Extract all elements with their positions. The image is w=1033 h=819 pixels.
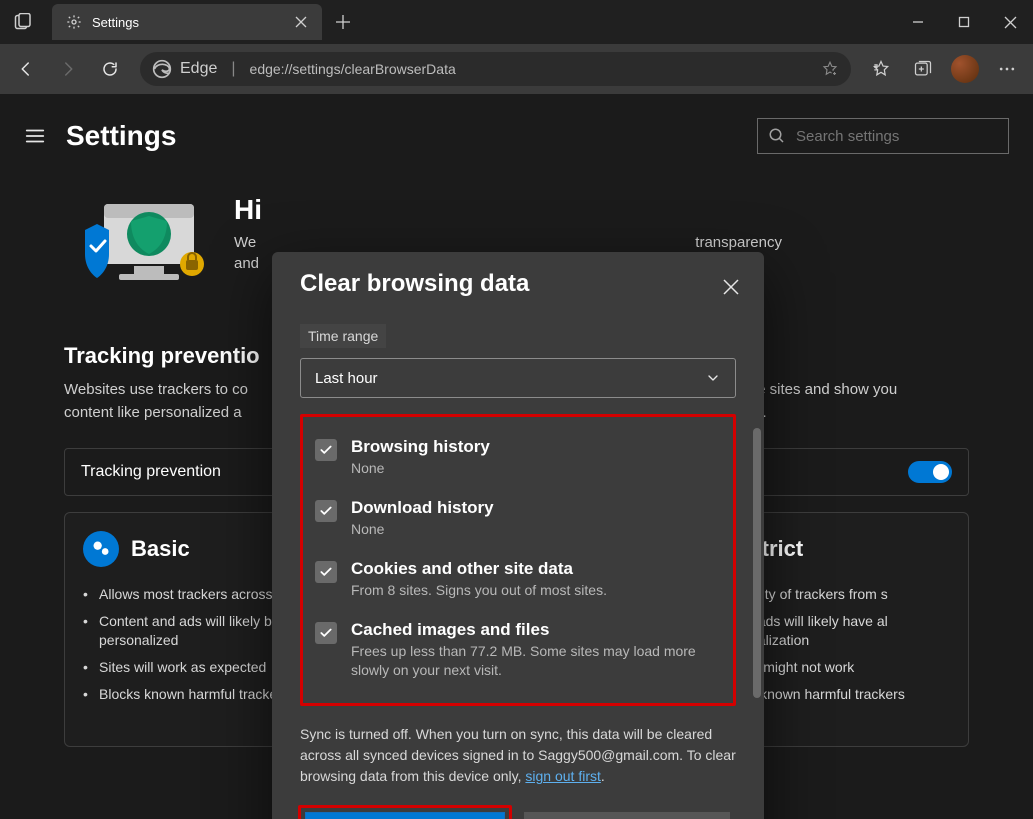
more-button[interactable] [987,49,1027,89]
time-range-label: Time range [300,324,386,348]
basic-icon [83,531,119,567]
checkbox-title: Cached images and files [351,620,721,640]
data-types-list: Browsing history None Download history N… [300,414,736,706]
time-range-dropdown[interactable]: Last hour [300,358,736,398]
card-title: Basic [131,536,190,562]
tab-actions-button[interactable] [0,0,46,44]
gear-icon [66,14,82,30]
dialog-close-button[interactable] [714,270,748,304]
checkbox-row-cache: Cached images and files Frees up less th… [315,610,721,690]
dialog-scrollbar[interactable] [753,428,761,698]
checkbox[interactable] [315,439,337,461]
browser-tab[interactable]: Settings [52,4,322,40]
hamburger-icon[interactable] [24,125,46,147]
time-range-value: Last hour [315,370,378,387]
cancel-button[interactable]: Cancel [524,812,730,819]
checkbox-subtitle: None [351,520,494,539]
add-favorite-icon[interactable] [821,60,839,78]
hero-title: Hi [234,194,262,226]
collections-button[interactable] [903,49,943,89]
checkbox-subtitle: None [351,459,490,478]
forward-button[interactable] [48,49,88,89]
avatar [951,55,979,83]
window-minimize-button[interactable] [895,0,941,44]
page-title: Settings [66,120,176,152]
checkbox[interactable] [315,500,337,522]
address-url: edge://settings/clearBrowserData [250,61,811,77]
back-button[interactable] [6,49,46,89]
window-maximize-button[interactable] [941,0,987,44]
search-settings-input[interactable] [796,128,998,145]
checkbox[interactable] [315,561,337,583]
checkbox-row-browsing-history: Browsing history None [315,427,721,488]
tab-title: Settings [92,15,284,30]
toolbar: Edge | edge://settings/clearBrowserData [0,44,1033,94]
window-close-button[interactable] [987,0,1033,44]
search-settings[interactable] [757,118,1009,154]
tab-close-button[interactable] [294,15,308,29]
settings-page: Settings [0,94,1033,819]
checkbox-title: Cookies and other site data [351,559,607,579]
favorites-button[interactable] [861,49,901,89]
sync-note: Sync is turned off. When you turn on syn… [272,724,764,787]
search-icon [768,127,786,145]
checkbox-row-download-history: Download history None [315,488,721,549]
checkbox-title: Browsing history [351,437,490,457]
dialog-title: Clear browsing data [300,270,529,298]
checkbox-subtitle: From 8 sites. Signs you out of most site… [351,581,607,600]
checkbox[interactable] [315,622,337,644]
checkbox-subtitle: Frees up less than 77.2 MB. Some sites m… [351,642,721,680]
checkbox-title: Download history [351,498,494,518]
tracking-prevention-toggle[interactable] [908,461,952,483]
clear-now-button[interactable]: Clear now [305,812,505,819]
address-bar[interactable]: Edge | edge://settings/clearBrowserData [140,52,851,86]
checkbox-row-cookies: Cookies and other site data From 8 sites… [315,549,721,610]
address-brand: Edge [180,60,217,78]
privacy-hero-icon [64,194,214,299]
edge-logo-icon [152,59,172,79]
titlebar: Settings [0,0,1033,44]
refresh-button[interactable] [90,49,130,89]
new-tab-button[interactable] [326,5,360,39]
chevron-down-icon [705,370,721,386]
sign-out-link[interactable]: sign out first [525,768,600,784]
clear-browsing-data-dialog: Clear browsing data Time range Last hour… [272,252,764,819]
tracking-prevention-label: Tracking prevention [81,463,221,481]
profile-button[interactable] [945,49,985,89]
